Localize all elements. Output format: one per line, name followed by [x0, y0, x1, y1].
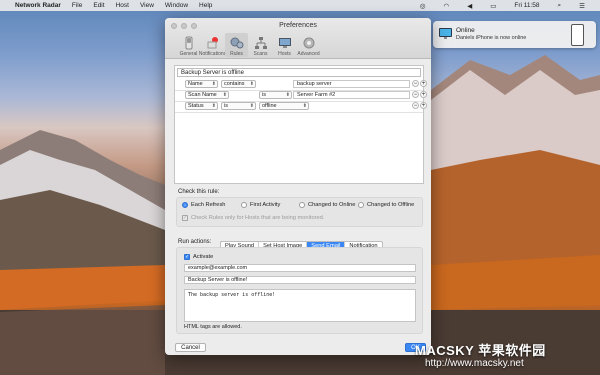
- tab-general[interactable]: General: [177, 33, 200, 57]
- preferences-toolbar: General Notifications Rules Scans Hosts …: [177, 33, 320, 57]
- notification-title: Online: [456, 27, 475, 34]
- condition-field-select[interactable]: Scan Name: [185, 91, 229, 99]
- notification-center-icon[interactable]: ☰: [579, 2, 585, 10]
- menu-host[interactable]: Host: [116, 2, 129, 9]
- rule-name-field[interactable]: Backup Server is offline: [177, 68, 421, 77]
- checkmark-icon: ✓: [182, 215, 188, 221]
- preferences-window: Preferences General Notifications Rules …: [165, 18, 431, 355]
- watermark-brand: MACSKY 苹果软件园: [415, 343, 546, 358]
- condition-value-select[interactable]: offline: [259, 102, 309, 110]
- monitor-icon: [439, 28, 452, 39]
- radio-icon: [358, 202, 364, 208]
- menu-window[interactable]: Window: [165, 2, 188, 9]
- condition-operator-select[interactable]: is: [221, 102, 256, 110]
- condition-value-field[interactable]: Server Farm #2: [293, 91, 410, 99]
- rule-editor: Backup Server is offline Name contains b…: [174, 65, 427, 184]
- radio-each-refresh[interactable]: Each Refresh: [182, 202, 225, 208]
- activate-checkbox[interactable]: ✓ Activate: [184, 254, 213, 260]
- tab-advanced[interactable]: Advanced: [297, 33, 320, 57]
- bell-icon: [207, 37, 218, 49]
- menu-edit[interactable]: Edit: [93, 2, 104, 9]
- condition-field-select[interactable]: Status: [185, 102, 218, 110]
- add-condition-button[interactable]: +: [420, 80, 427, 87]
- remove-condition-button[interactable]: −: [412, 102, 419, 109]
- volume-icon[interactable]: ◀: [467, 2, 472, 10]
- radio-changed-online[interactable]: Changed to Online: [299, 202, 355, 208]
- network-icon: [254, 37, 267, 49]
- watermark-url: http://www.macsky.net: [425, 358, 524, 369]
- add-condition-button[interactable]: +: [420, 91, 427, 98]
- html-note: HTML tags are allowed.: [184, 324, 242, 330]
- radio-first-activity[interactable]: First Activity: [241, 202, 280, 208]
- menu-help[interactable]: Help: [199, 2, 212, 9]
- radio-icon: [299, 202, 305, 208]
- run-actions-label: Run actions:: [178, 239, 212, 245]
- status-area: ◎ ◠ ◀ ▭ Fri 11:58 ⌕ ☰: [420, 0, 596, 11]
- add-condition-button[interactable]: +: [420, 102, 427, 109]
- notification-body: Daniels iPhone is now online: [456, 35, 527, 41]
- tab-scans[interactable]: Scans: [249, 33, 272, 57]
- email-to-field[interactable]: example@example.com: [184, 264, 416, 272]
- remove-condition-button[interactable]: −: [412, 91, 419, 98]
- gears-icon: [230, 37, 243, 49]
- check-rule-group: Each Refresh First Activity Changed to O…: [176, 197, 423, 227]
- wifi-icon[interactable]: ◠: [444, 2, 450, 10]
- phone-icon: [571, 24, 584, 46]
- tab-rules[interactable]: Rules: [225, 33, 248, 57]
- tab-notifications[interactable]: Notifications: [199, 33, 226, 57]
- gear-icon: [303, 37, 314, 49]
- condition-value-field[interactable]: backup server: [293, 80, 410, 88]
- radio-selected-icon: [182, 202, 188, 208]
- tab-hosts[interactable]: Hosts: [273, 33, 296, 57]
- battery-icon[interactable]: ▭: [490, 2, 496, 10]
- condition-field-select[interactable]: Name: [185, 80, 218, 88]
- spotlight-icon[interactable]: ⌕: [558, 2, 562, 10]
- condition-operator-select[interactable]: contains: [221, 80, 256, 88]
- cancel-button[interactable]: Cancel: [175, 343, 206, 352]
- switch-icon: [185, 36, 192, 50]
- condition-row: Status is offline − +: [175, 101, 427, 113]
- radar-icon[interactable]: ◎: [420, 2, 426, 10]
- menu-bar: Network Radar File Edit Host View Window…: [0, 0, 600, 11]
- monitor-icon: [278, 38, 291, 48]
- menu-view[interactable]: View: [140, 2, 154, 9]
- radio-icon: [241, 202, 247, 208]
- menu-app-name[interactable]: Network Radar: [15, 2, 61, 9]
- email-subject-field[interactable]: Backup Server is offline!: [184, 276, 416, 284]
- menu-file[interactable]: File: [72, 2, 82, 9]
- window-title: Preferences: [279, 22, 317, 29]
- notification-banner[interactable]: Online Daniels iPhone is now online: [433, 21, 596, 48]
- condition-operator-select[interactable]: is: [259, 91, 292, 99]
- title-bar: Preferences General Notifications Rules …: [165, 18, 431, 59]
- radio-changed-offline[interactable]: Changed to Offline: [358, 202, 414, 208]
- email-body-textarea[interactable]: The backup server is offline!: [184, 289, 416, 322]
- clock[interactable]: Fri 11:58: [514, 2, 539, 9]
- checkmark-icon: ✓: [184, 254, 190, 260]
- check-rule-label: Check this rule:: [178, 189, 220, 195]
- remove-condition-button[interactable]: −: [412, 80, 419, 87]
- monitored-only-checkbox[interactable]: ✓ Check Rules only for Hosts that are bei…: [182, 215, 324, 221]
